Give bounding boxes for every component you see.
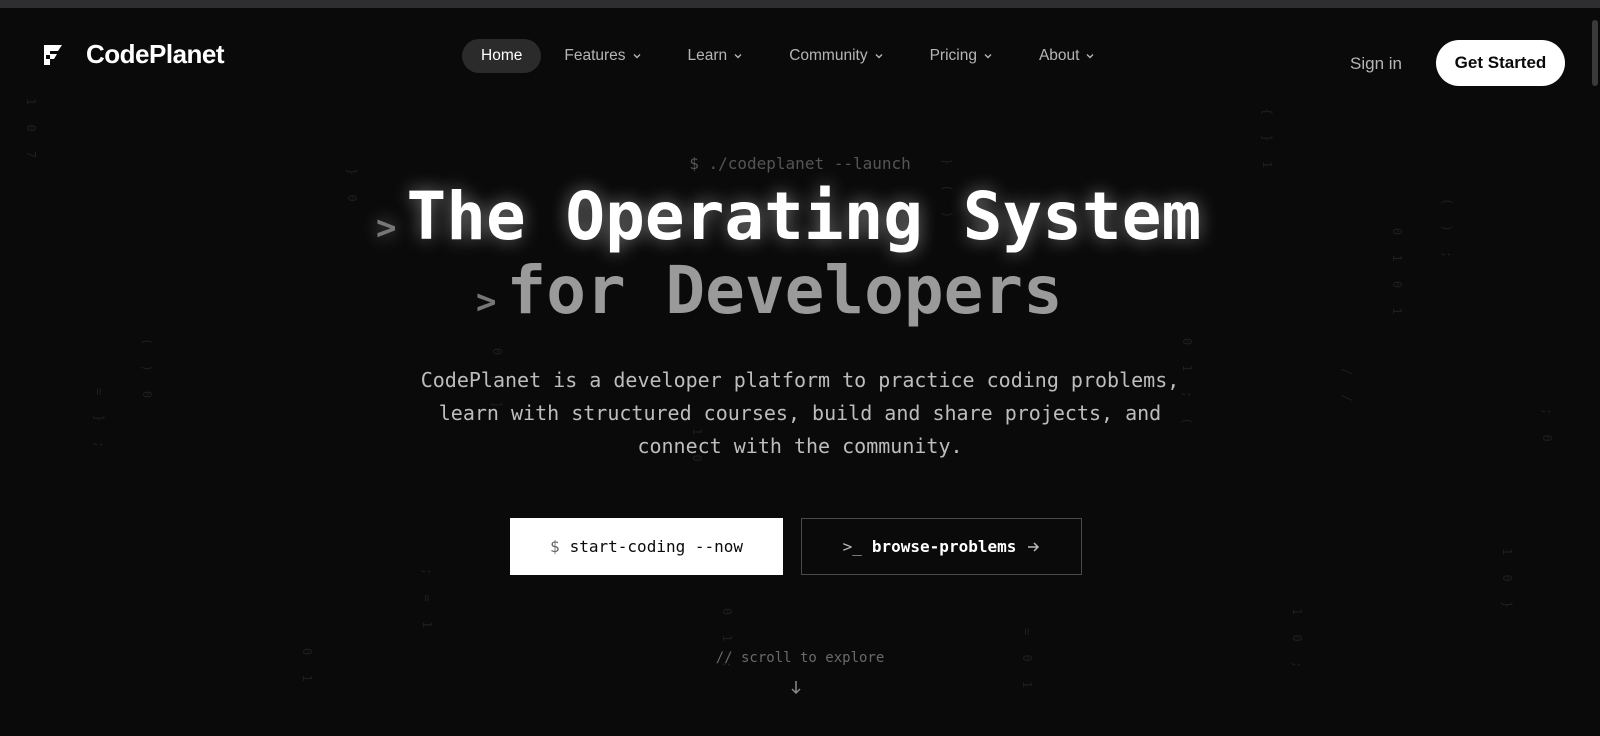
page-scrollbar[interactable] bbox=[1590, 8, 1600, 736]
codeplanet-logo-icon bbox=[44, 44, 62, 65]
hero-title-line-1: > The Operating System bbox=[376, 178, 1201, 255]
scrollbar-thumb[interactable] bbox=[1592, 20, 1598, 86]
button-prefix: $ bbox=[549, 537, 560, 556]
button-label: browse-problems bbox=[871, 537, 1017, 556]
nav-item-features[interactable]: Features bbox=[564, 39, 641, 73]
nav-item-about[interactable]: About bbox=[1039, 39, 1096, 73]
nav-item-label: Features bbox=[564, 47, 626, 64]
nav-item-community[interactable]: Community bbox=[789, 39, 883, 73]
button-prefix: >_ bbox=[842, 537, 862, 556]
button-label: start-coding --now bbox=[569, 537, 744, 556]
scroll-hint: // scroll to explore bbox=[715, 650, 885, 666]
nav-item-label: Community bbox=[789, 47, 868, 64]
hero-title-text: The Operating System bbox=[406, 178, 1202, 255]
nav-item-home[interactable]: Home bbox=[462, 39, 542, 73]
chevron-down-icon bbox=[633, 54, 641, 59]
hero-title-line-2: > for Developers bbox=[476, 252, 1063, 329]
chevron-down-icon bbox=[984, 54, 992, 59]
nav-item-learn[interactable]: Learn bbox=[688, 39, 744, 73]
prompt-symbol: > bbox=[476, 282, 497, 322]
hero-description: CodePlanet is a developer platform to pr… bbox=[420, 368, 1180, 458]
chevron-down-icon bbox=[1086, 54, 1094, 59]
hero-command: $ ./codeplanet --launch bbox=[689, 154, 911, 173]
brand-name: CodePlanet bbox=[86, 39, 225, 69]
get-started-button[interactable]: Get Started bbox=[1436, 40, 1565, 86]
nav-item-label: Home bbox=[481, 47, 523, 64]
nav-item-label: Learn bbox=[687, 47, 728, 64]
sign-in-link[interactable]: Sign in bbox=[1350, 54, 1402, 74]
nav-item-pricing[interactable]: Pricing bbox=[930, 39, 993, 73]
main-menu: Home Features Learn Community Pricing Ab… bbox=[462, 39, 1141, 73]
chevron-down-icon bbox=[875, 54, 883, 59]
arrow-right-icon bbox=[1028, 541, 1040, 552]
nav-item-label: About bbox=[1038, 47, 1080, 64]
top-navbar: CodePlanet Home Features Learn Community… bbox=[0, 8, 1600, 102]
brand-logo[interactable]: CodePlanet bbox=[40, 39, 225, 70]
start-coding-button[interactable]: $ start-coding --now bbox=[510, 518, 783, 575]
browser-top-strip bbox=[0, 0, 1600, 8]
arrow-down-icon[interactable] bbox=[789, 679, 803, 695]
prompt-symbol: > bbox=[376, 208, 397, 248]
browse-problems-button[interactable]: >_ browse-problems bbox=[801, 518, 1082, 575]
hero-title-text: for Developers bbox=[506, 252, 1063, 329]
chevron-down-icon bbox=[734, 54, 742, 59]
nav-item-label: Pricing bbox=[929, 47, 977, 64]
